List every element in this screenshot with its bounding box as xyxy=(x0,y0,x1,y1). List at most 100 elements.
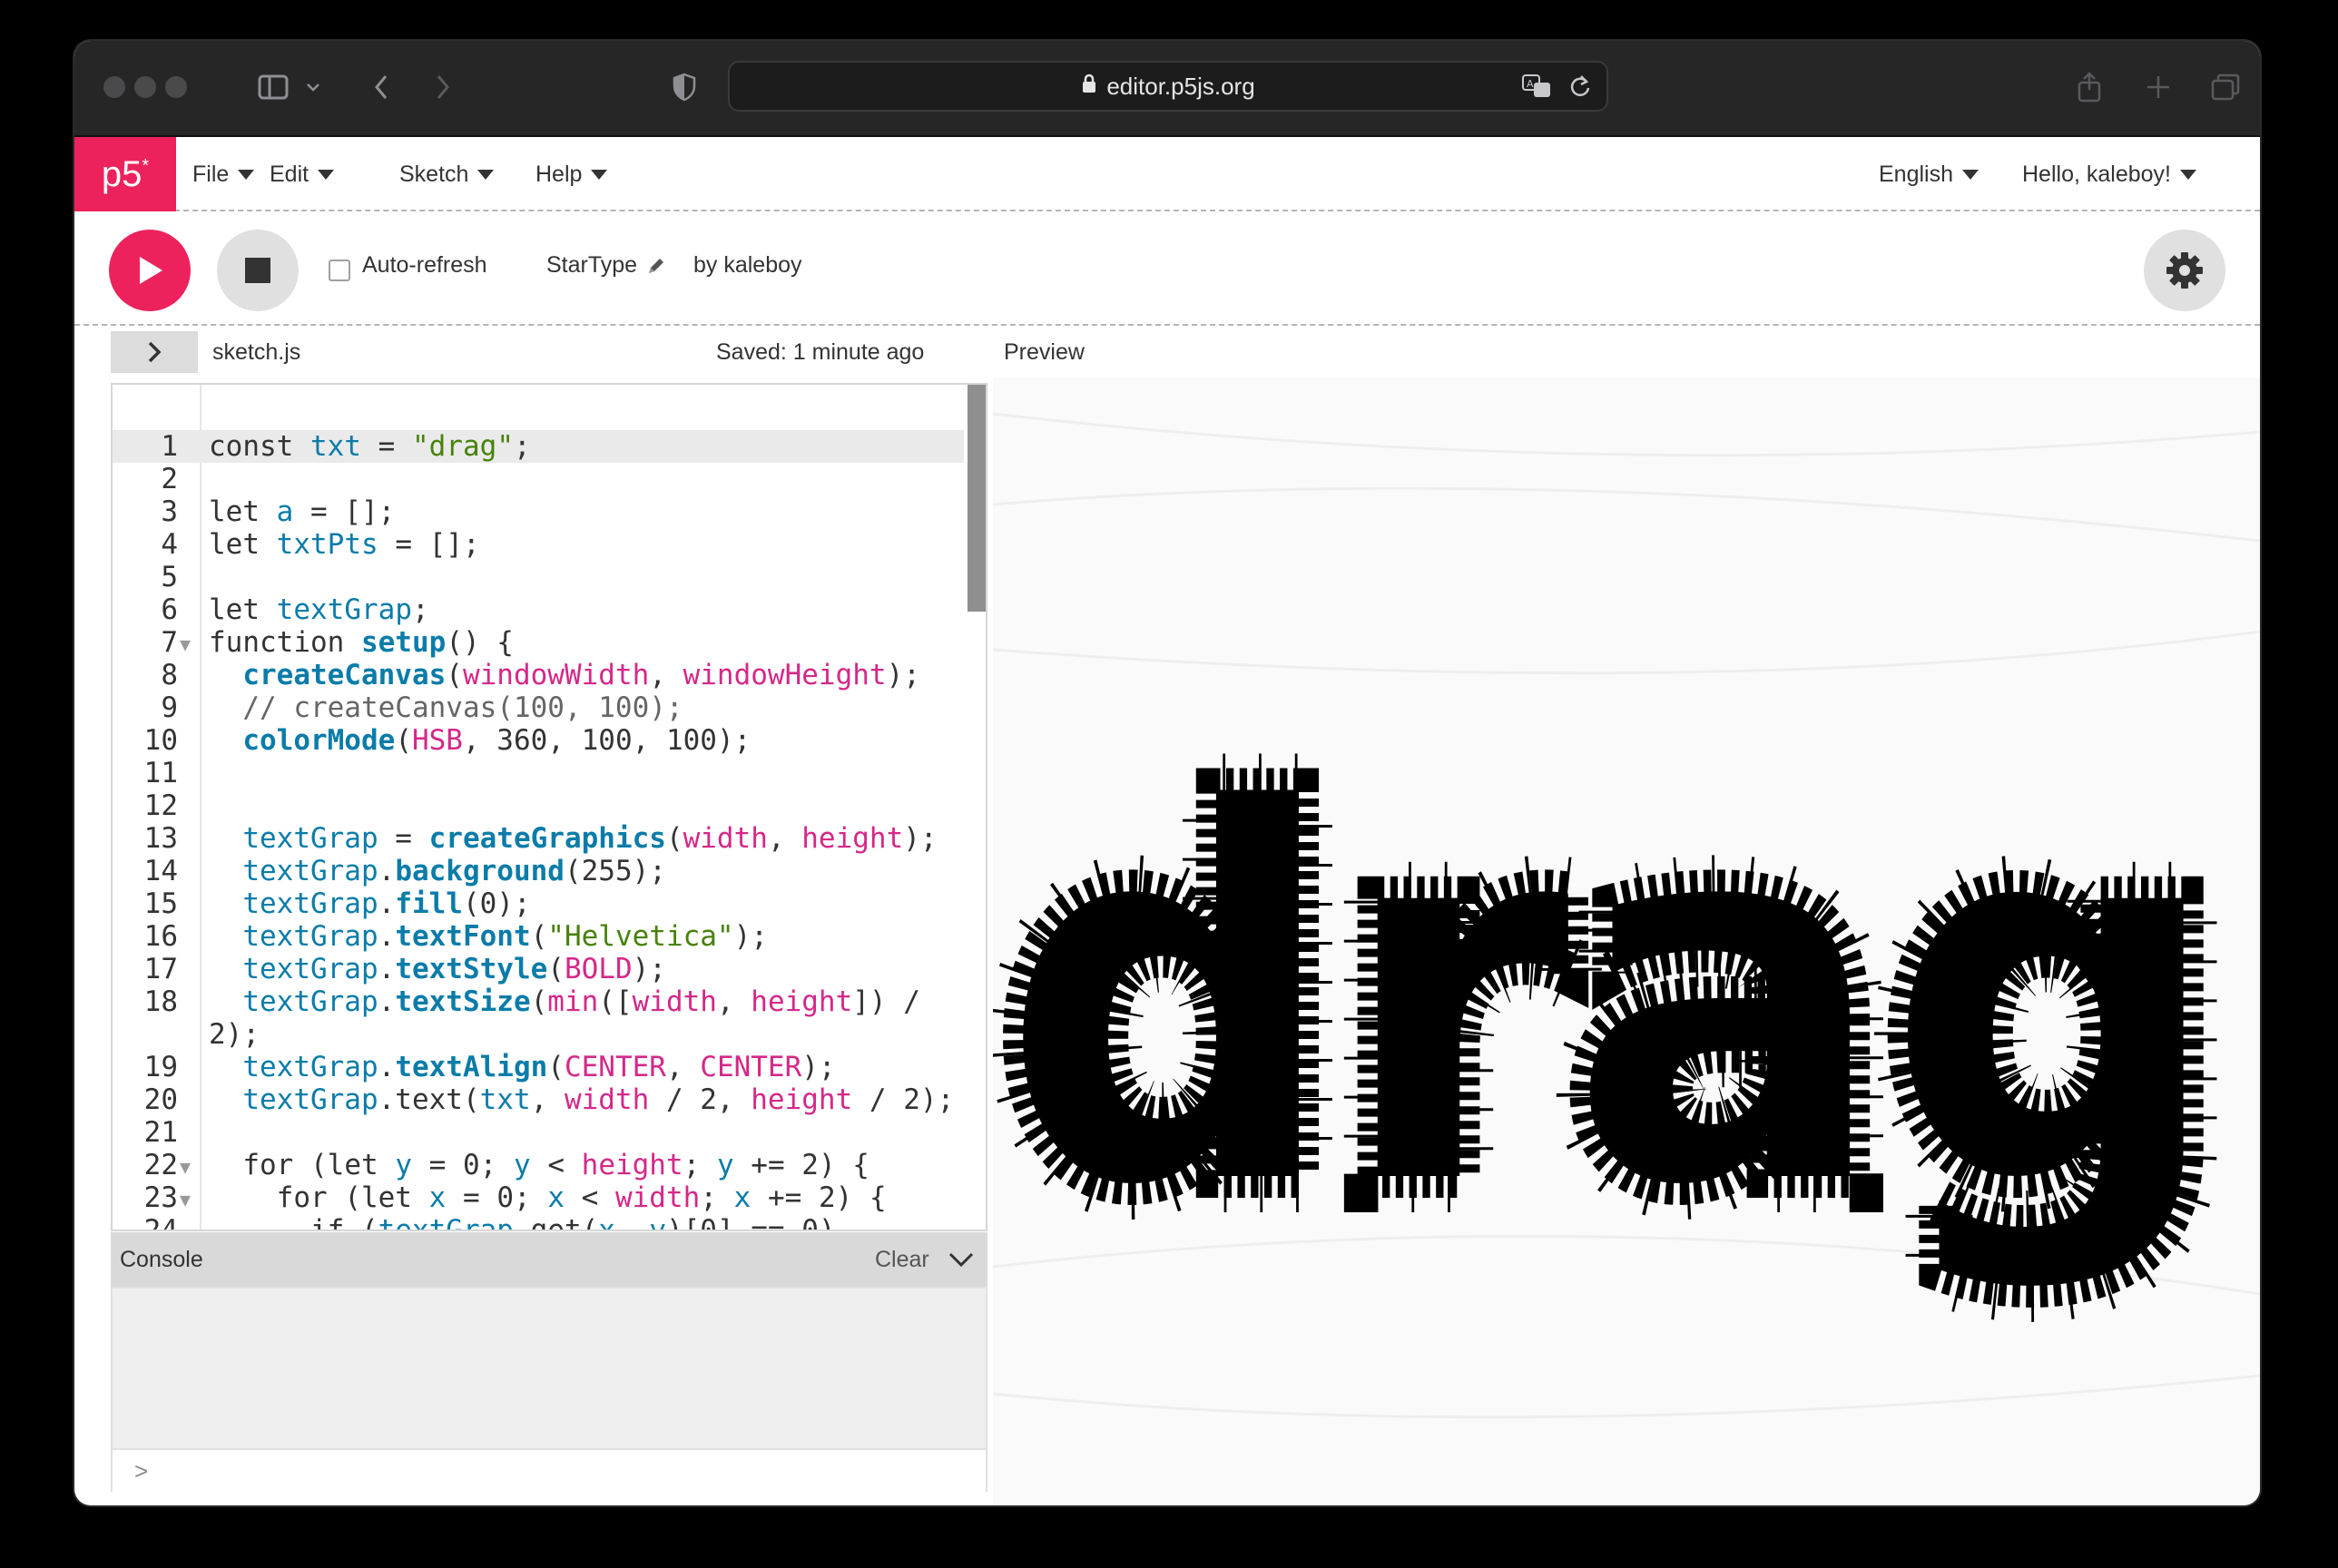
code-line[interactable]: 17 textGrap.textStyle(BOLD); xyxy=(113,953,964,985)
code-line[interactable]: 10 colorMode(HSB, 360, 100, 100); xyxy=(113,724,964,757)
collapse-console-icon[interactable] xyxy=(948,1250,975,1273)
code-line[interactable]: 6 let textGrap; xyxy=(113,593,964,626)
file-name[interactable]: sketch.js xyxy=(212,339,300,366)
menu-file[interactable]: File xyxy=(192,137,255,211)
code-line[interactable]: 3 let a = []; xyxy=(113,495,964,528)
code-text: let textGrap; xyxy=(209,593,429,626)
sidebar-toggle-button[interactable] xyxy=(111,331,198,373)
code-line[interactable]: 14 textGrap.background(255); xyxy=(113,855,964,887)
user-menu[interactable]: Hello, kaleboy! xyxy=(2022,137,2196,211)
code-text: let txtPts = []; xyxy=(209,528,480,561)
line-number: 20 xyxy=(143,1083,178,1116)
sketch-author[interactable]: by kaleboy xyxy=(693,252,802,279)
editor-scrollbar[interactable] xyxy=(968,385,986,612)
fold-triangle-icon[interactable]: ▼ xyxy=(180,628,191,661)
caret-down-icon xyxy=(477,169,495,180)
line-number: 24 xyxy=(143,1214,178,1231)
code-line[interactable]: 9 // createCanvas(100, 100); xyxy=(113,691,964,724)
logo-asterisk: * xyxy=(142,155,150,176)
menu-sketch[interactable]: Sketch xyxy=(399,137,495,211)
code-lines: 1 const txt = "drag"; 2 3 let a = []; 4 let tx… xyxy=(113,430,964,1231)
caret-down-icon xyxy=(1962,169,1979,180)
play-icon xyxy=(140,257,162,284)
code-line[interactable]: 22 ▼ for (let y = 0; y < height; y += 2) … xyxy=(113,1149,964,1181)
code-line[interactable]: 21 xyxy=(113,1116,964,1149)
line-number: 17 xyxy=(143,953,178,985)
auto-refresh-checkbox[interactable] xyxy=(329,260,350,281)
stop-icon xyxy=(245,258,270,283)
code-line[interactable]: 18 textGrap.textSize(min([width, height]… xyxy=(113,985,964,1018)
sketch-name[interactable]: StarType xyxy=(546,252,637,279)
code-line[interactable]: 7 ▼ function setup() { xyxy=(113,626,964,659)
reload-icon[interactable] xyxy=(1568,74,1592,105)
line-number: 11 xyxy=(143,757,178,789)
code-text: textGrap.background(255); xyxy=(242,855,666,887)
code-line[interactable]: 24 if (textGrap.get(x, y)[0] == 0) xyxy=(113,1214,964,1231)
auto-refresh-label: Auto-refresh xyxy=(362,252,487,278)
console-output: > xyxy=(111,1287,987,1494)
svg-text:A: A xyxy=(1527,78,1534,90)
edit-pencil-icon[interactable] xyxy=(646,256,666,280)
zoom-window-button[interactable] xyxy=(165,76,187,98)
line-number: 3 xyxy=(161,495,178,528)
forward-icon[interactable] xyxy=(425,66,461,108)
browser-window: editor.p5js.org A p5 * File Edit Sketch … xyxy=(74,41,2260,1505)
code-line[interactable]: 19 textGrap.textAlign(CENTER, CENTER); xyxy=(113,1051,964,1083)
line-number: 16 xyxy=(143,920,178,953)
url-text: editor.p5js.org xyxy=(1106,72,1255,100)
preview-canvas[interactable]: drag drag xyxy=(966,377,2260,1505)
code-editor[interactable]: 1 const txt = "drag"; 2 3 let a = []; 4 let tx… xyxy=(111,383,987,1231)
code-line[interactable]: 23 ▼ for (let x = 0; x < width; x += 2) { xyxy=(113,1181,964,1214)
code-line[interactable]: 15 textGrap.fill(0); xyxy=(113,887,964,920)
caret-down-icon xyxy=(238,169,255,180)
code-line[interactable]: 1 const txt = "drag"; xyxy=(113,430,964,463)
menu-edit[interactable]: Edit xyxy=(270,137,335,211)
code-line[interactable]: 4 let txtPts = []; xyxy=(113,528,964,561)
sidebar-icon[interactable] xyxy=(252,66,294,108)
menu-help[interactable]: Help xyxy=(535,137,608,211)
code-line[interactable]: 8 createCanvas(windowWidth, windowHeight… xyxy=(113,659,964,691)
code-line[interactable]: 16 textGrap.textFont("Helvetica"); xyxy=(113,920,964,953)
line-number: 23 xyxy=(143,1181,178,1214)
stop-button[interactable] xyxy=(217,230,299,311)
sketch-toolbar: Auto-refresh StarType by kaleboy xyxy=(74,212,2260,326)
code-line[interactable]: 2); xyxy=(113,1018,964,1051)
line-number: 6 xyxy=(161,593,178,626)
line-number: 15 xyxy=(143,887,178,920)
gear-icon xyxy=(2166,252,2203,289)
settings-button[interactable] xyxy=(2144,230,2225,311)
code-text: textGrap.text(txt, width / 2, height / 2… xyxy=(242,1083,955,1116)
code-line[interactable]: 5 xyxy=(113,561,964,593)
app-menubar: p5 * File Edit Sketch Help English Hello,… xyxy=(74,137,2260,211)
share-icon[interactable] xyxy=(2071,66,2107,108)
code-line[interactable]: 20 textGrap.text(txt, width / 2, height … xyxy=(113,1083,964,1116)
privacy-shield-icon[interactable] xyxy=(664,66,704,108)
caret-down-icon xyxy=(318,169,335,180)
code-text: textGrap.textAlign(CENTER, CENTER); xyxy=(242,1051,836,1083)
close-window-button[interactable] xyxy=(103,76,125,98)
fold-triangle-icon[interactable]: ▼ xyxy=(180,1183,191,1216)
line-number: 13 xyxy=(143,822,178,855)
translate-icon[interactable]: A xyxy=(1521,74,1554,105)
p5-logo[interactable]: p5 * xyxy=(74,137,176,211)
chevron-down-icon[interactable] xyxy=(300,66,327,108)
code-line[interactable]: 2 xyxy=(113,463,964,495)
line-number: 7 xyxy=(161,626,178,659)
new-tab-icon[interactable] xyxy=(2140,66,2176,108)
browser-titlebar: editor.p5js.org A xyxy=(74,41,2260,137)
preview-word-spikes: drag xyxy=(1002,705,2223,1297)
console-clear-button[interactable]: Clear xyxy=(875,1247,929,1273)
code-line[interactable]: 13 textGrap = createGraphics(width, heig… xyxy=(113,822,964,855)
language-menu[interactable]: English xyxy=(1879,137,1979,211)
address-bar[interactable]: editor.p5js.org A xyxy=(728,61,1608,112)
minimize-window-button[interactable] xyxy=(134,76,156,98)
console-input[interactable]: > xyxy=(113,1448,986,1494)
code-line[interactable]: 12 xyxy=(113,789,964,822)
back-icon[interactable] xyxy=(363,66,399,108)
code-line[interactable]: 11 xyxy=(113,757,964,789)
tab-overview-icon[interactable] xyxy=(2207,66,2244,108)
play-button[interactable] xyxy=(109,230,191,311)
line-number: 12 xyxy=(143,789,178,822)
code-text: textGrap.textStyle(BOLD); xyxy=(242,953,666,985)
fold-triangle-icon[interactable]: ▼ xyxy=(180,1151,191,1183)
